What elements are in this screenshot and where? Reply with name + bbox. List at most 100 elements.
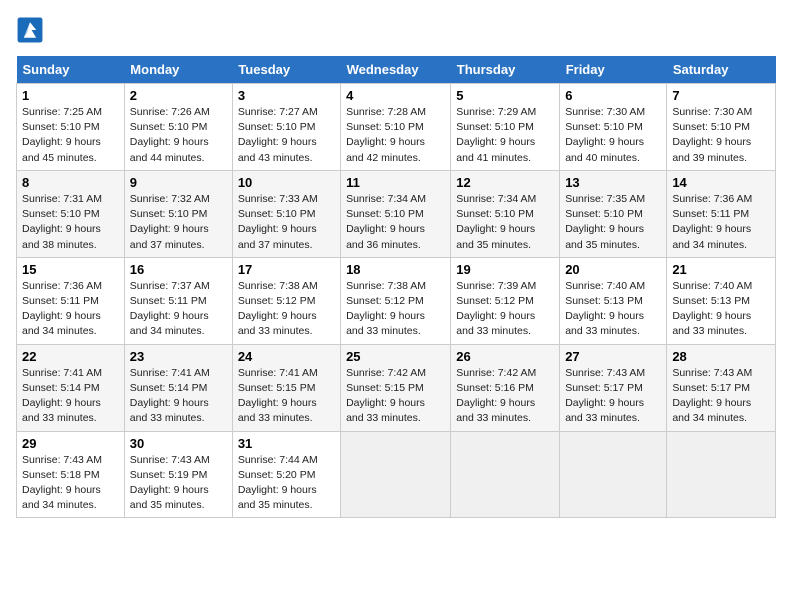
day-info: Sunrise: 7:36 AMSunset: 5:11 PMDaylight:… xyxy=(22,279,119,340)
calendar-cell: 22Sunrise: 7:41 AMSunset: 5:14 PMDayligh… xyxy=(17,344,125,431)
calendar-cell: 7Sunrise: 7:30 AMSunset: 5:10 PMDaylight… xyxy=(667,84,776,171)
day-number: 18 xyxy=(346,262,445,277)
day-number: 14 xyxy=(672,175,770,190)
day-info: Sunrise: 7:26 AMSunset: 5:10 PMDaylight:… xyxy=(130,105,227,166)
weekday-header-sunday: Sunday xyxy=(17,56,125,84)
page-header xyxy=(16,16,776,44)
calendar-cell: 11 Sunrise: 7:34 AMSunset: 5:10 PMDayligh… xyxy=(341,170,451,257)
day-number: 2 xyxy=(130,88,227,103)
calendar-cell: 19 Sunrise: 7:39 AMSunset: 5:12 PMDayligh… xyxy=(451,257,560,344)
day-info: Sunrise: 7:43 AMSunset: 5:17 PMDaylight:… xyxy=(565,366,661,427)
calendar-cell: 13Sunrise: 7:35 AMSunset: 5:10 PMDayligh… xyxy=(560,170,667,257)
day-number: 24 xyxy=(238,349,335,364)
day-number: 1 xyxy=(22,88,119,103)
calendar-cell: 9 Sunrise: 7:32 AMSunset: 5:10 PMDaylight… xyxy=(124,170,232,257)
day-number: 20 xyxy=(565,262,661,277)
calendar-cell: 17Sunrise: 7:38 AMSunset: 5:12 PMDayligh… xyxy=(232,257,340,344)
day-number: 8 xyxy=(22,175,119,190)
day-number: 31 xyxy=(238,436,335,451)
calendar-cell: 15 Sunrise: 7:36 AMSunset: 5:11 PMDayligh… xyxy=(17,257,125,344)
calendar-cell: 3Sunrise: 7:27 AMSunset: 5:10 PMDaylight… xyxy=(232,84,340,171)
day-info: Sunrise: 7:42 AMSunset: 5:15 PMDaylight:… xyxy=(346,366,445,427)
calendar-cell xyxy=(667,431,776,518)
calendar-cell: 28Sunrise: 7:43 AMSunset: 5:17 PMDayligh… xyxy=(667,344,776,431)
day-info: Sunrise: 7:43 AMSunset: 5:18 PMDaylight:… xyxy=(22,453,119,514)
day-number: 25 xyxy=(346,349,445,364)
calendar-cell: 8Sunrise: 7:31 AMSunset: 5:10 PMDaylight… xyxy=(17,170,125,257)
day-number: 12 xyxy=(456,175,554,190)
day-info: Sunrise: 7:36 AMSunset: 5:11 PMDaylight:… xyxy=(672,192,770,253)
day-info: Sunrise: 7:29 AMSunset: 5:10 PMDaylight:… xyxy=(456,105,554,166)
day-info: Sunrise: 7:38 AMSunset: 5:12 PMDaylight:… xyxy=(346,279,445,340)
day-number: 23 xyxy=(130,349,227,364)
calendar-cell: 23 Sunrise: 7:41 AMSunset: 5:14 PMDayligh… xyxy=(124,344,232,431)
calendar-cell xyxy=(451,431,560,518)
day-info: Sunrise: 7:32 AMSunset: 5:10 PMDaylight:… xyxy=(130,192,227,253)
day-number: 29 xyxy=(22,436,119,451)
calendar-cell: 27 Sunrise: 7:43 AMSunset: 5:17 PMDayligh… xyxy=(560,344,667,431)
day-number: 9 xyxy=(130,175,227,190)
day-info: Sunrise: 7:40 AMSunset: 5:13 PMDaylight:… xyxy=(565,279,661,340)
day-info: Sunrise: 7:41 AMSunset: 5:15 PMDaylight:… xyxy=(238,366,335,427)
day-info: Sunrise: 7:41 AMSunset: 5:14 PMDaylight:… xyxy=(22,366,119,427)
day-info: Sunrise: 7:43 AMSunset: 5:19 PMDaylight:… xyxy=(130,453,227,514)
day-info: Sunrise: 7:42 AMSunset: 5:16 PMDaylight:… xyxy=(456,366,554,427)
day-info: Sunrise: 7:30 AMSunset: 5:10 PMDaylight:… xyxy=(565,105,661,166)
day-info: Sunrise: 7:35 AMSunset: 5:10 PMDaylight:… xyxy=(565,192,661,253)
calendar-cell: 20 Sunrise: 7:40 AMSunset: 5:13 PMDayligh… xyxy=(560,257,667,344)
day-number: 4 xyxy=(346,88,445,103)
weekday-header-row: SundayMondayTuesdayWednesdayThursdayFrid… xyxy=(17,56,776,84)
logo-icon xyxy=(16,16,44,44)
calendar-cell: 5 Sunrise: 7:29 AMSunset: 5:10 PMDaylight… xyxy=(451,84,560,171)
weekday-header-saturday: Saturday xyxy=(667,56,776,84)
calendar-cell: 2 Sunrise: 7:26 AMSunset: 5:10 PMDaylight… xyxy=(124,84,232,171)
day-number: 3 xyxy=(238,88,335,103)
day-number: 27 xyxy=(565,349,661,364)
calendar-body: 1 Sunrise: 7:25 AMSunset: 5:10 PMDaylight… xyxy=(17,84,776,518)
calendar-cell xyxy=(341,431,451,518)
day-number: 15 xyxy=(22,262,119,277)
day-info: Sunrise: 7:39 AMSunset: 5:12 PMDaylight:… xyxy=(456,279,554,340)
calendar-cell: 24 Sunrise: 7:41 AMSunset: 5:15 PMDayligh… xyxy=(232,344,340,431)
calendar-week-1: 1 Sunrise: 7:25 AMSunset: 5:10 PMDaylight… xyxy=(17,84,776,171)
day-number: 10 xyxy=(238,175,335,190)
day-info: Sunrise: 7:43 AMSunset: 5:17 PMDaylight:… xyxy=(672,366,770,427)
calendar-cell: 30Sunrise: 7:43 AMSunset: 5:19 PMDayligh… xyxy=(124,431,232,518)
calendar-cell: 26 Sunrise: 7:42 AMSunset: 5:16 PMDayligh… xyxy=(451,344,560,431)
calendar-cell xyxy=(560,431,667,518)
day-info: Sunrise: 7:25 AMSunset: 5:10 PMDaylight:… xyxy=(22,105,119,166)
day-info: Sunrise: 7:28 AMSunset: 5:10 PMDaylight:… xyxy=(346,105,445,166)
day-info: Sunrise: 7:33 AMSunset: 5:10 PMDaylight:… xyxy=(238,192,335,253)
day-number: 26 xyxy=(456,349,554,364)
logo xyxy=(16,16,48,44)
day-number: 6 xyxy=(565,88,661,103)
calendar-cell: 25 Sunrise: 7:42 AMSunset: 5:15 PMDayligh… xyxy=(341,344,451,431)
day-number: 5 xyxy=(456,88,554,103)
day-number: 19 xyxy=(456,262,554,277)
day-info: Sunrise: 7:40 AMSunset: 5:13 PMDaylight:… xyxy=(672,279,770,340)
calendar-week-3: 15 Sunrise: 7:36 AMSunset: 5:11 PMDayligh… xyxy=(17,257,776,344)
day-info: Sunrise: 7:34 AMSunset: 5:10 PMDaylight:… xyxy=(456,192,554,253)
calendar-week-4: 22Sunrise: 7:41 AMSunset: 5:14 PMDayligh… xyxy=(17,344,776,431)
calendar-week-5: 29 Sunrise: 7:43 AMSunset: 5:18 PMDayligh… xyxy=(17,431,776,518)
calendar-cell: 18 Sunrise: 7:38 AMSunset: 5:12 PMDayligh… xyxy=(341,257,451,344)
day-info: Sunrise: 7:41 AMSunset: 5:14 PMDaylight:… xyxy=(130,366,227,427)
calendar-cell: 29 Sunrise: 7:43 AMSunset: 5:18 PMDayligh… xyxy=(17,431,125,518)
weekday-header-friday: Friday xyxy=(560,56,667,84)
calendar-cell: 6 Sunrise: 7:30 AMSunset: 5:10 PMDaylight… xyxy=(560,84,667,171)
day-number: 17 xyxy=(238,262,335,277)
calendar-cell: 31 Sunrise: 7:44 AMSunset: 5:20 PMDayligh… xyxy=(232,431,340,518)
day-number: 11 xyxy=(346,175,445,190)
calendar-cell: 4 Sunrise: 7:28 AMSunset: 5:10 PMDaylight… xyxy=(341,84,451,171)
calendar-week-2: 8Sunrise: 7:31 AMSunset: 5:10 PMDaylight… xyxy=(17,170,776,257)
day-number: 21 xyxy=(672,262,770,277)
weekday-header-tuesday: Tuesday xyxy=(232,56,340,84)
day-info: Sunrise: 7:44 AMSunset: 5:20 PMDaylight:… xyxy=(238,453,335,514)
weekday-header-wednesday: Wednesday xyxy=(341,56,451,84)
calendar-cell: 1 Sunrise: 7:25 AMSunset: 5:10 PMDaylight… xyxy=(17,84,125,171)
day-info: Sunrise: 7:37 AMSunset: 5:11 PMDaylight:… xyxy=(130,279,227,340)
calendar-cell: 12 Sunrise: 7:34 AMSunset: 5:10 PMDayligh… xyxy=(451,170,560,257)
weekday-header-monday: Monday xyxy=(124,56,232,84)
calendar-cell: 10 Sunrise: 7:33 AMSunset: 5:10 PMDayligh… xyxy=(232,170,340,257)
day-info: Sunrise: 7:34 AMSunset: 5:10 PMDaylight:… xyxy=(346,192,445,253)
